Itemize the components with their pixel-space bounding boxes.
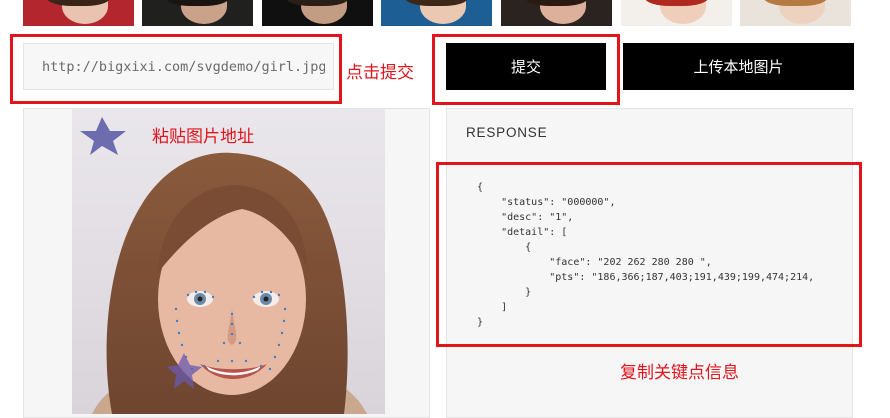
- face-thumb-1[interactable]: [23, 0, 134, 26]
- response-title: RESPONSE: [466, 125, 548, 140]
- submit-hint-label: 点击提交: [346, 63, 414, 83]
- submit-highlight-box: [432, 34, 620, 105]
- face-photo: [72, 109, 385, 414]
- face-thumb-7[interactable]: [740, 0, 851, 26]
- face-thumb-4[interactable]: [381, 0, 492, 26]
- face-thumb-2[interactable]: [142, 0, 253, 26]
- face-thumb-3[interactable]: [262, 0, 373, 26]
- upload-local-image-button[interactable]: 上传本地图片: [623, 43, 854, 90]
- face-thumb-5[interactable]: [501, 0, 612, 26]
- paste-hint-label: 粘贴图片地址: [152, 127, 254, 147]
- copy-hint-label: 复制关键点信息: [620, 363, 739, 383]
- response-highlight-box: [436, 162, 862, 347]
- url-highlight-box: [10, 34, 342, 104]
- face-thumb-6[interactable]: [621, 0, 732, 26]
- image-preview-panel: [23, 108, 430, 418]
